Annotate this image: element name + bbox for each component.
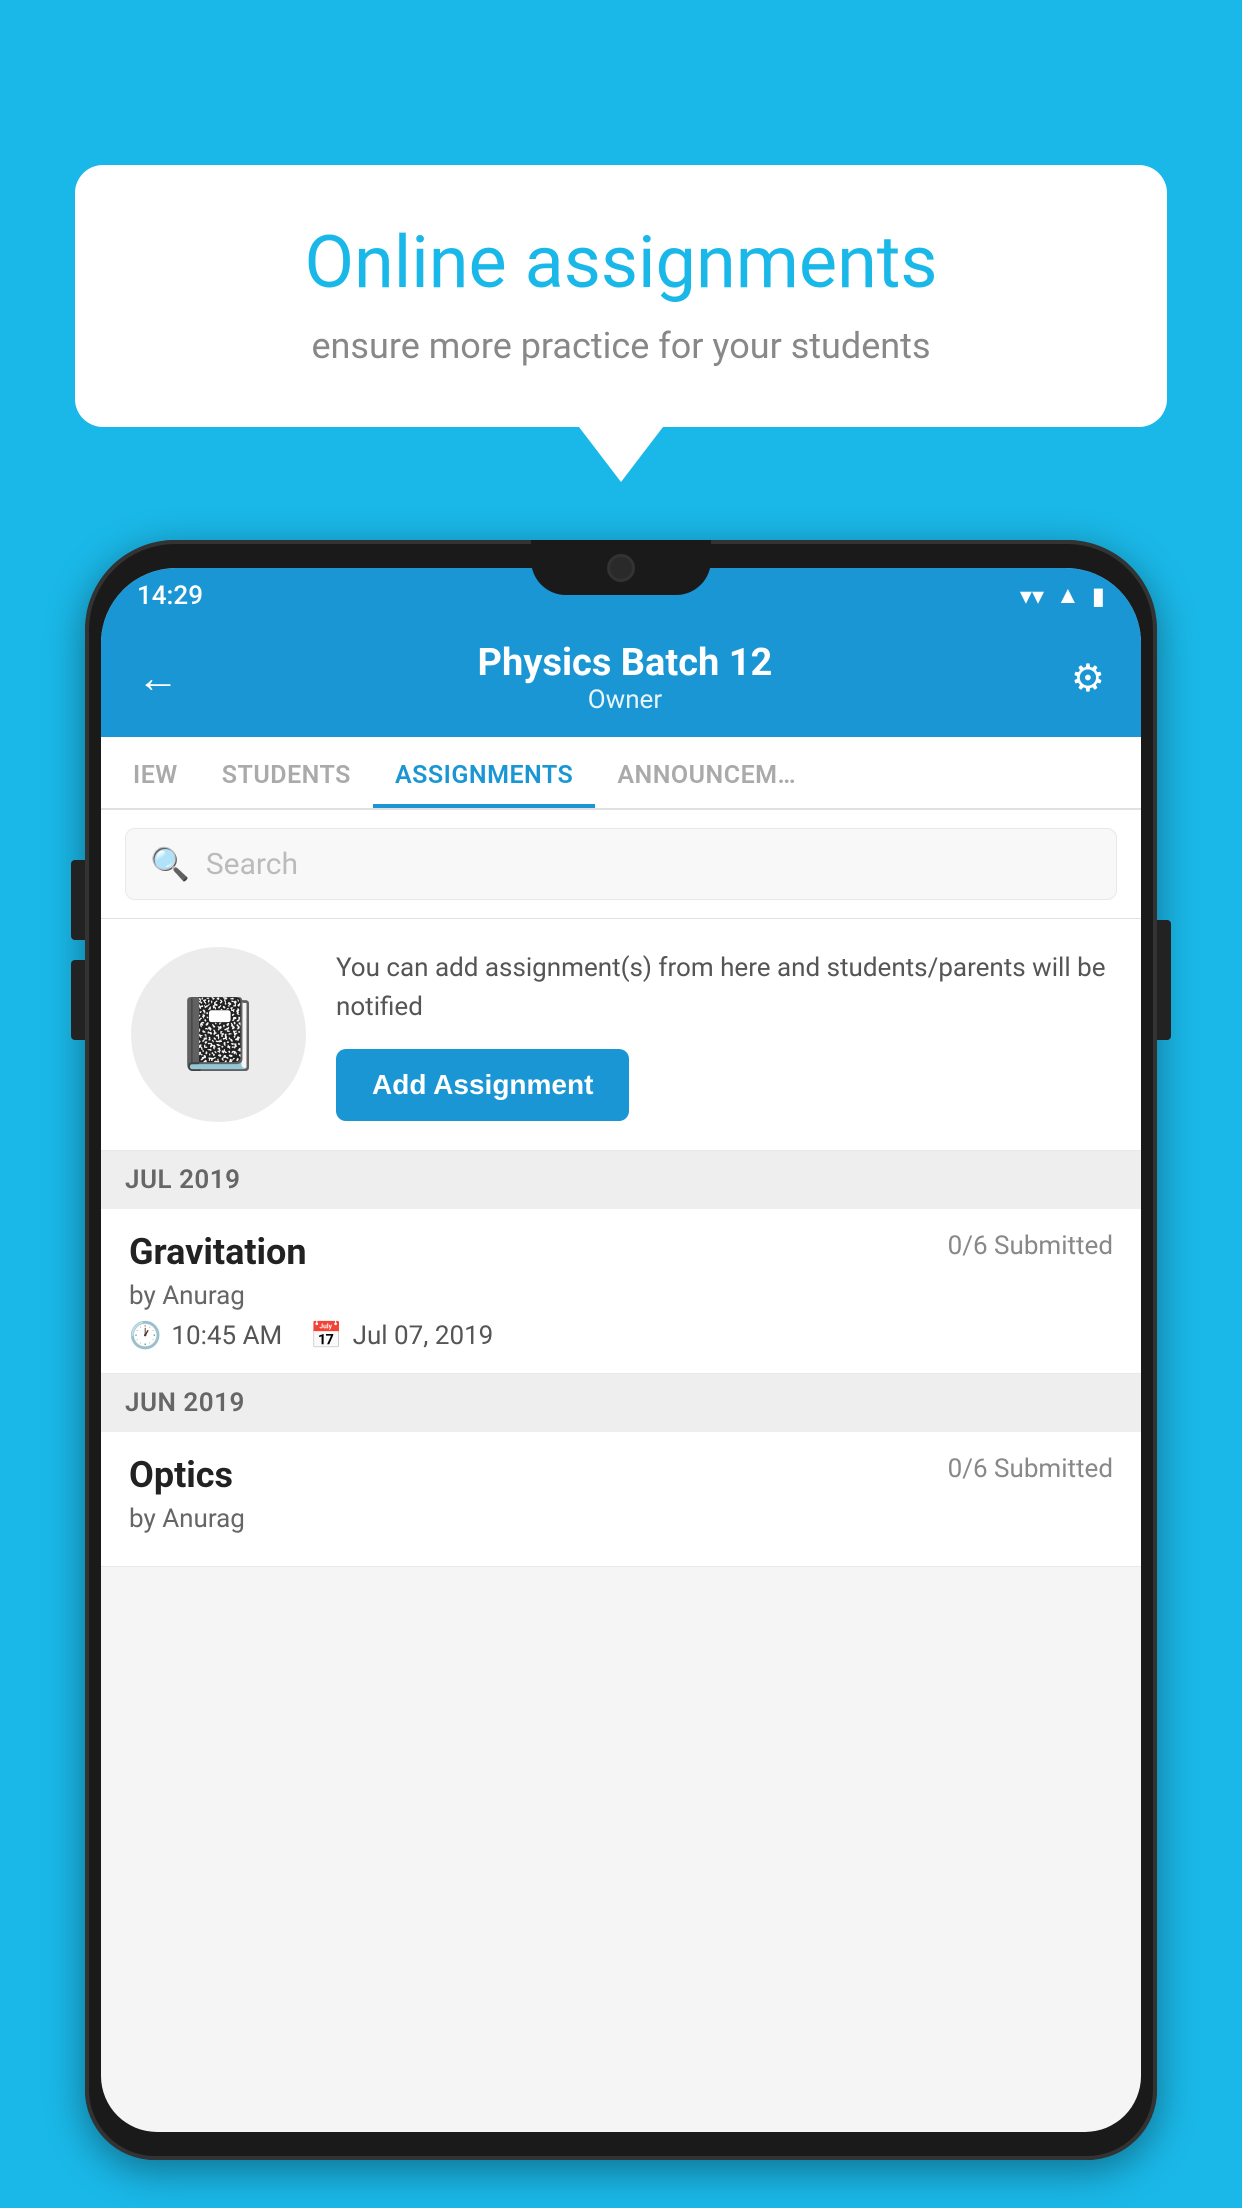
signal-icon: ▲: [1056, 581, 1080, 610]
assignment-submitted-optics: 0/6 Submitted: [948, 1454, 1113, 1484]
assignment-submitted: 0/6 Submitted: [948, 1231, 1113, 1261]
back-button[interactable]: ←: [137, 654, 179, 703]
add-assignment-promo: 📓 You can add assignment(s) from here an…: [101, 919, 1141, 1151]
notebook-icon: 📓: [175, 994, 262, 1076]
assignment-by-optics: by Anurag: [129, 1504, 1113, 1534]
volume-up-button: [71, 860, 85, 940]
assignment-item-optics[interactable]: Optics 0/6 Submitted by Anurag: [101, 1432, 1141, 1567]
tab-iew[interactable]: IEW: [111, 737, 200, 808]
assignment-meta: 🕐 10:45 AM 📅 Jul 07, 2019: [129, 1321, 1113, 1351]
settings-button[interactable]: ⚙: [1071, 656, 1105, 701]
phone-screen: 14:29 ▾▾ ▲ ▮ ← Physics Batch 12 Owner ⚙ …: [101, 568, 1141, 2132]
tab-students[interactable]: STUDENTS: [200, 737, 373, 808]
assignment-by: by Anurag: [129, 1281, 1113, 1311]
assignment-date: Jul 07, 2019: [353, 1321, 494, 1351]
app-header: ← Physics Batch 12 Owner ⚙: [101, 623, 1141, 737]
assignment-time: 10:45 AM: [171, 1321, 282, 1351]
speech-bubble-wrapper: Online assignments ensure more practice …: [75, 165, 1167, 482]
section-header-jun: JUN 2019: [101, 1374, 1141, 1432]
speech-bubble-title: Online assignments: [140, 220, 1102, 305]
search-bar[interactable]: 🔍 Search: [125, 828, 1117, 900]
wifi-icon: ▾▾: [1020, 582, 1044, 610]
promo-content: You can add assignment(s) from here and …: [336, 949, 1111, 1121]
section-header-jul: JUL 2019: [101, 1151, 1141, 1209]
header-title: Physics Batch 12: [478, 641, 773, 685]
tabs-bar: IEW STUDENTS ASSIGNMENTS ANNOUNCEM…: [101, 737, 1141, 810]
battery-icon: ▮: [1092, 582, 1105, 610]
tab-assignments[interactable]: ASSIGNMENTS: [373, 737, 595, 808]
promo-icon-circle: 📓: [131, 947, 306, 1122]
status-icons: ▾▾ ▲ ▮: [1020, 581, 1105, 610]
phone-notch: [531, 540, 711, 595]
calendar-icon: 📅: [310, 1321, 342, 1351]
tab-announcements[interactable]: ANNOUNCEM…: [595, 737, 818, 808]
search-icon: 🔍: [150, 845, 190, 883]
status-time: 14:29: [137, 581, 203, 611]
power-button: [1157, 920, 1171, 1040]
assignment-title-optics: Optics: [129, 1454, 233, 1496]
phone-outer: 14:29 ▾▾ ▲ ▮ ← Physics Batch 12 Owner ⚙ …: [85, 540, 1157, 2160]
header-subtitle: Owner: [478, 685, 773, 715]
promo-text: You can add assignment(s) from here and …: [336, 949, 1111, 1027]
phone-camera: [607, 554, 635, 582]
volume-down-button: [71, 960, 85, 1040]
search-placeholder: Search: [206, 847, 298, 882]
speech-bubble-subtitle: ensure more practice for your students: [140, 325, 1102, 367]
search-bar-wrapper: 🔍 Search: [101, 810, 1141, 919]
assignment-top-optics: Optics 0/6 Submitted: [129, 1454, 1113, 1496]
phone-wrapper: 14:29 ▾▾ ▲ ▮ ← Physics Batch 12 Owner ⚙ …: [85, 540, 1157, 2208]
assignment-item-gravitation[interactable]: Gravitation 0/6 Submitted by Anurag 🕐 10…: [101, 1209, 1141, 1374]
assignment-top: Gravitation 0/6 Submitted: [129, 1231, 1113, 1273]
add-assignment-button[interactable]: Add Assignment: [336, 1049, 629, 1121]
header-title-wrapper: Physics Batch 12 Owner: [478, 641, 773, 715]
clock-icon: 🕐: [129, 1321, 161, 1351]
speech-bubble: Online assignments ensure more practice …: [75, 165, 1167, 427]
meta-date: 📅 Jul 07, 2019: [310, 1321, 493, 1351]
speech-bubble-tail: [579, 427, 663, 482]
meta-time: 🕐 10:45 AM: [129, 1321, 282, 1351]
assignment-title: Gravitation: [129, 1231, 307, 1273]
